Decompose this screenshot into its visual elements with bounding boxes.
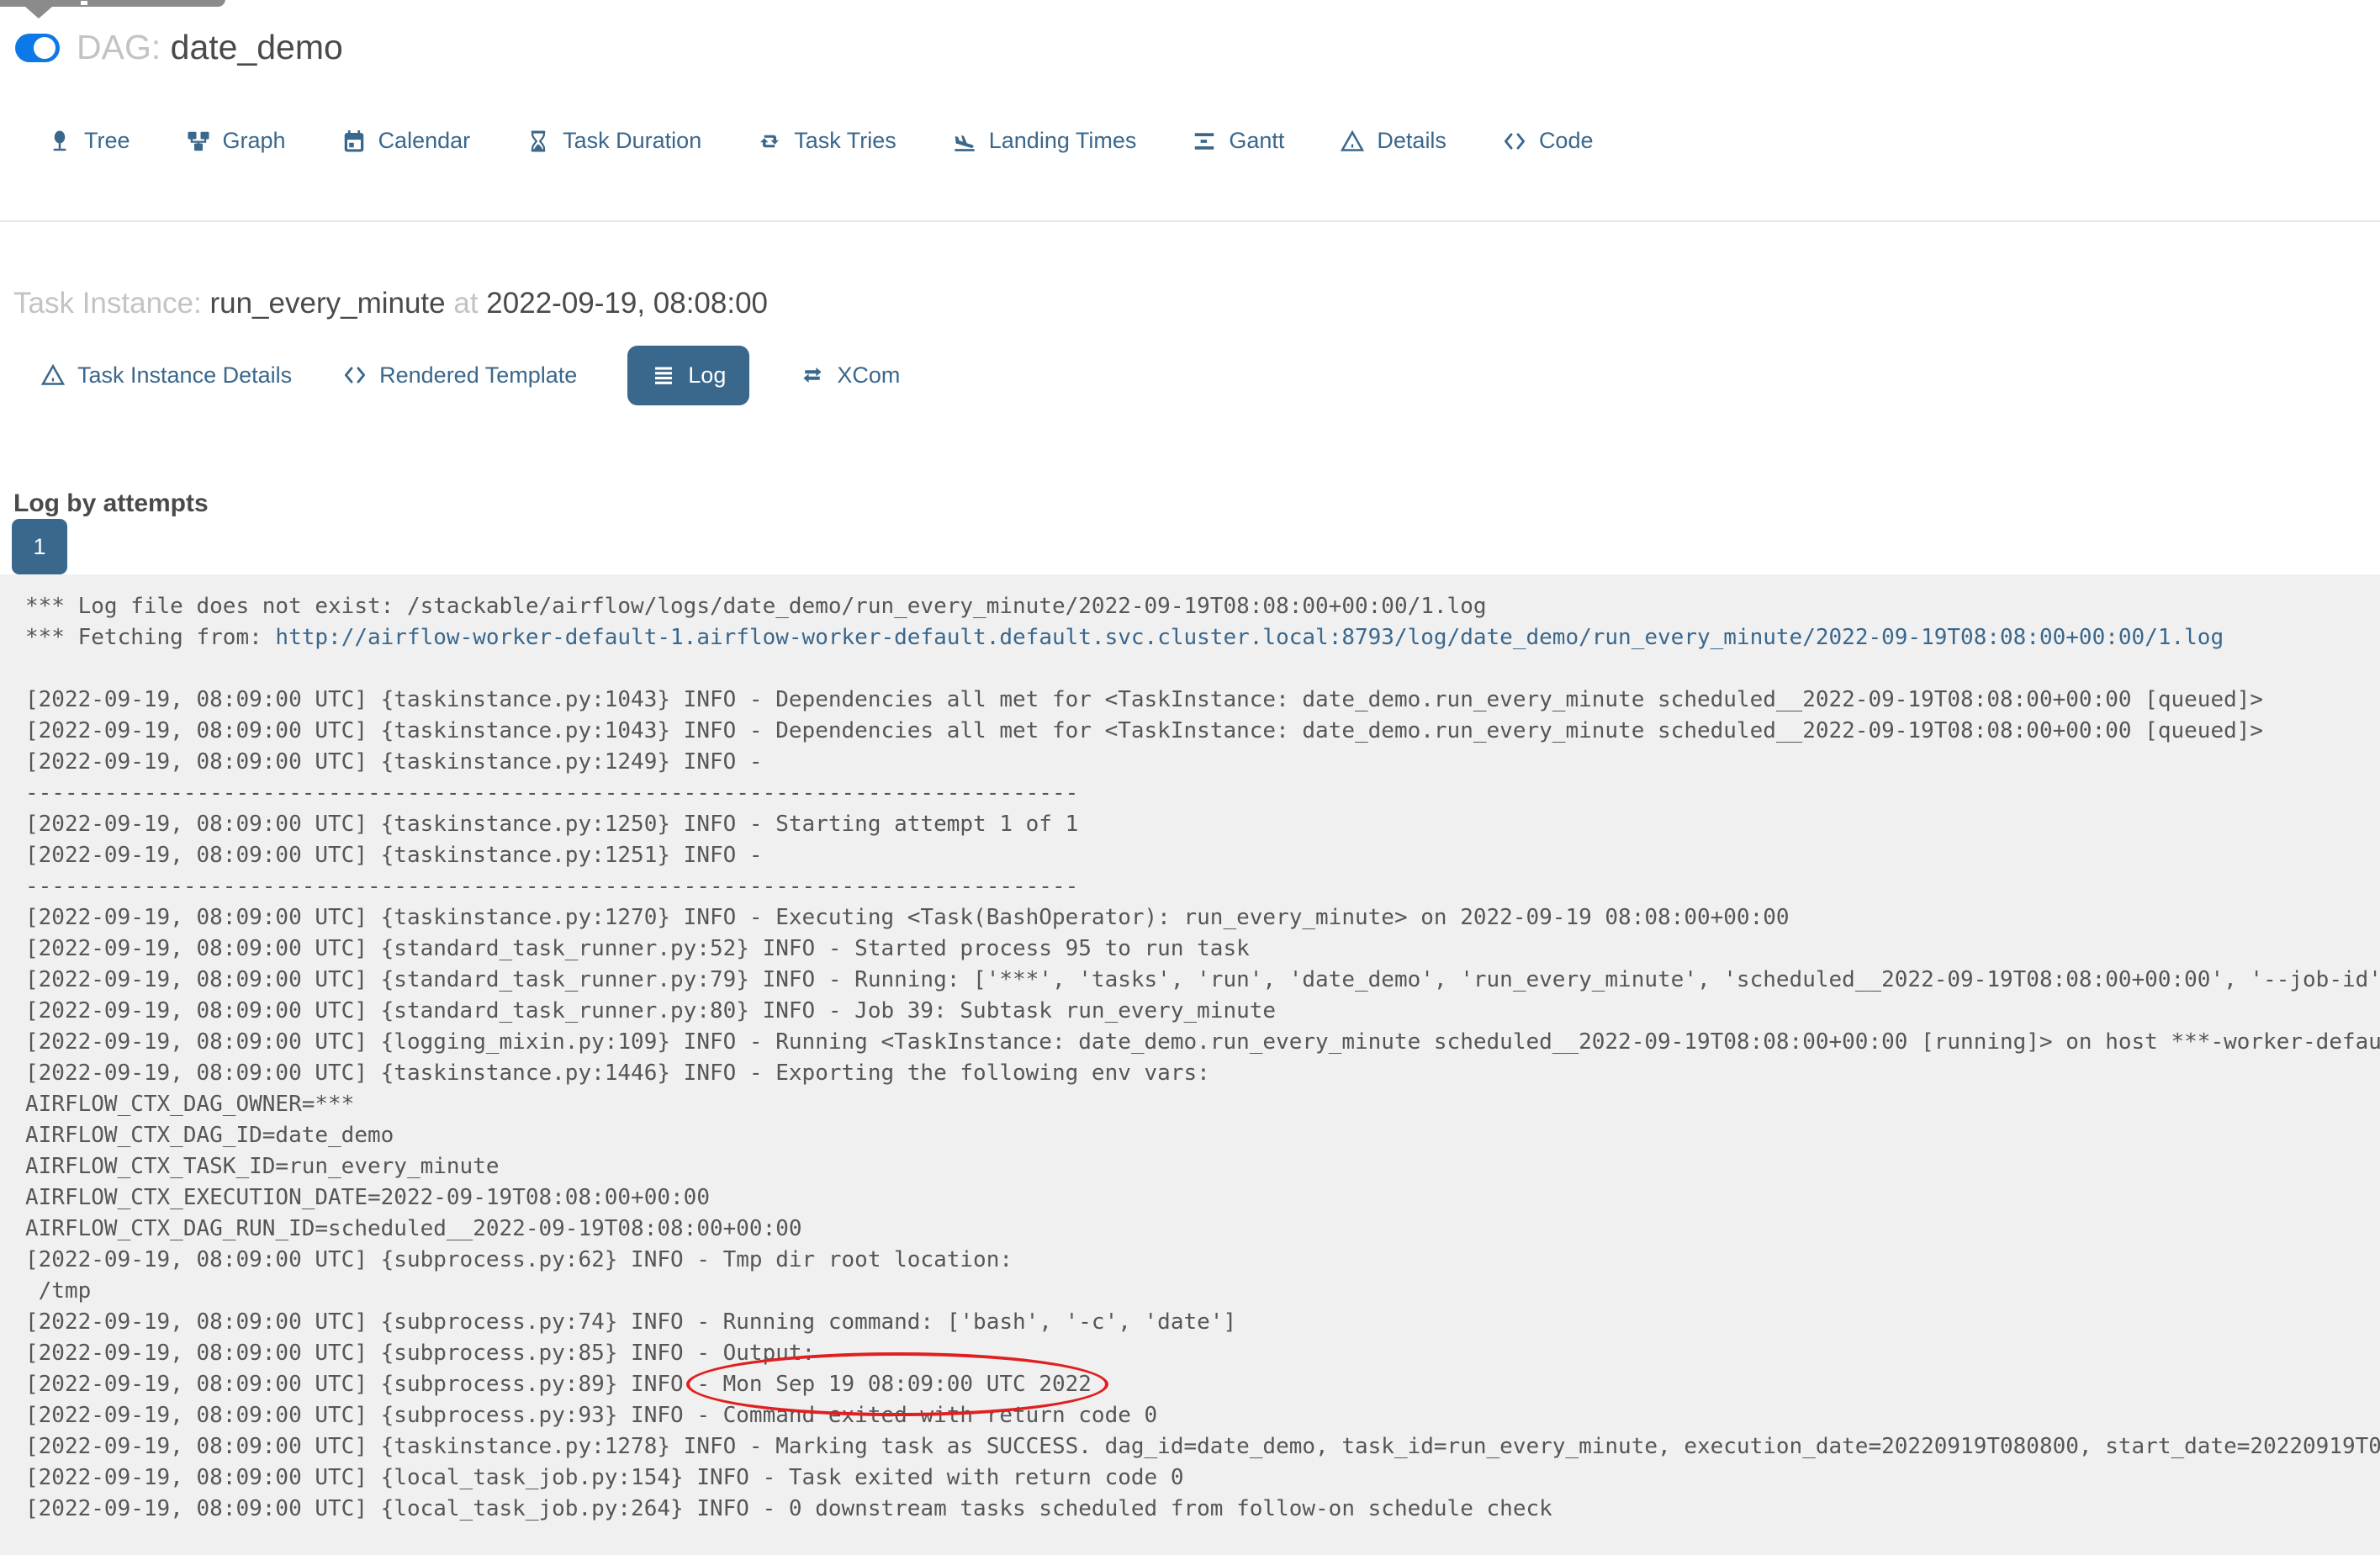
log-line: AIRFLOW_CTX_EXECUTION_DATE=2022-09-19T08… <box>25 1185 710 1210</box>
log-by-attempts-heading: Log by attempts <box>13 489 209 517</box>
log-line: AIRFLOW_CTX_DAG_OWNER=*** <box>25 1092 355 1117</box>
code-icon <box>342 362 368 388</box>
gantt-icon <box>1192 129 1217 154</box>
log-line: [2022-09-19, 08:09:00 UTC] {local_task_j… <box>25 1465 1184 1490</box>
log-line: /tmp <box>25 1278 92 1304</box>
exchange-icon <box>800 362 825 388</box>
log-line: [2022-09-19, 08:09:00 UTC] {standard_tas… <box>25 967 2380 992</box>
nav-tab-gantt[interactable]: Gantt <box>1192 128 1284 154</box>
nav-tab-code[interactable]: Code <box>1502 128 1594 154</box>
attempt-1-button[interactable]: 1 <box>12 519 67 574</box>
log-line: ----------------------------------------… <box>25 780 1079 806</box>
nav-tab-label: Tree <box>84 128 130 153</box>
nav-tab-landing-times[interactable]: Landing Times <box>952 128 1137 154</box>
tooltip-clipped-text <box>81 1 87 5</box>
graph-icon <box>186 129 211 154</box>
log-line: [2022-09-19, 08:09:00 UTC] {subprocess.p… <box>25 1309 1237 1335</box>
log-line: [2022-09-19, 08:09:00 UTC] {standard_tas… <box>25 936 1250 961</box>
log-line: ----------------------------------------… <box>25 874 1079 899</box>
log-line: [2022-09-19, 08:09:00 UTC] {taskinstance… <box>25 843 776 868</box>
log-line: AIRFLOW_CTX_DAG_ID=date_demo <box>25 1123 394 1148</box>
log-line: [2022-09-19, 08:09:00 UTC] {taskinstance… <box>25 812 1079 837</box>
dag-name: date_demo <box>170 28 343 66</box>
code-icon <box>1502 129 1527 154</box>
nav-tab-label: Task Duration <box>563 128 702 153</box>
nav-tab-label: Calendar <box>378 128 471 153</box>
log-line: *** Fetching from: http://airflow-worker… <box>25 622 2380 653</box>
log-line-prefix: *** Fetching from: <box>25 625 276 650</box>
task-instance-at-label: at <box>453 287 479 320</box>
log-line: [2022-09-19, 08:09:00 UTC] {taskinstance… <box>25 905 1790 930</box>
nav-tab-label: Gantt <box>1229 128 1285 153</box>
list-icon <box>651 362 676 388</box>
log-line: [2022-09-19, 08:09:00 UTC] {taskinstance… <box>25 687 2264 712</box>
sub-tab-label: XCom <box>837 362 901 388</box>
sub-tab-task-instance-details[interactable]: Task Instance Details <box>40 362 292 389</box>
warning-triangle-icon <box>40 362 66 388</box>
log-line: AIRFLOW_CTX_TASK_ID=run_every_minute <box>25 1154 500 1179</box>
page-title: DAG: date_demo <box>77 30 343 65</box>
task-instance-sub-tabs: Task Instance Details Rendered Template Lo… <box>40 340 900 410</box>
dag-pause-toggle[interactable] <box>15 33 60 62</box>
toggle-knob <box>34 36 56 59</box>
hourglass-icon <box>526 129 551 154</box>
sub-tab-label: Log <box>688 362 727 388</box>
nav-tab-label: Details <box>1377 128 1447 153</box>
task-instance-datetime: 2022-09-19, 08:08:00 <box>486 287 769 320</box>
task-instance-heading: Task Instance: run_every_minute at 2022-… <box>13 286 768 321</box>
log-fetch-link[interactable]: http://airflow-worker-default-1.airflow-… <box>275 625 2224 650</box>
log-line: [2022-09-19, 08:09:00 UTC] {taskinstance… <box>25 718 2264 743</box>
log-line: [2022-09-19, 08:09:00 UTC] {taskinstance… <box>25 749 776 775</box>
nav-tab-task-tries[interactable]: Task Tries <box>757 128 896 154</box>
sub-tab-label: Task Instance Details <box>77 362 293 388</box>
nav-tab-label: Task Tries <box>794 128 896 153</box>
log-line: *** Log file does not exist: /stackable/… <box>25 594 1487 619</box>
log-line: [2022-09-19, 08:09:00 UTC] {subprocess.p… <box>25 1247 1013 1272</box>
header-divider <box>0 220 2380 222</box>
log-output: *** Log file does not exist: /stackable/… <box>0 574 2380 1555</box>
sub-tab-xcom[interactable]: XCom <box>800 362 900 389</box>
log-line: [2022-09-19, 08:09:00 UTC] {subprocess.p… <box>25 1341 816 1366</box>
log-line: [2022-09-19, 08:09:00 UTC] {logging_mixi… <box>25 1029 2380 1055</box>
tree-icon <box>47 129 72 154</box>
log-line: [2022-09-19, 08:09:00 UTC] {standard_tas… <box>25 998 1277 1023</box>
log-line: [2022-09-19, 08:09:00 UTC] {subprocess.p… <box>25 1372 1092 1397</box>
log-line: [2022-09-19, 08:09:00 UTC] {local_task_j… <box>25 1496 1552 1521</box>
repeat-icon <box>757 129 782 154</box>
task-instance-name: run_every_minute <box>209 287 446 320</box>
dag-nav-tabs: Tree Graph Calendar Task Duration Task Tries… <box>47 128 1593 154</box>
nav-tab-label: Landing Times <box>988 128 1137 153</box>
nav-tab-details[interactable]: Details <box>1340 128 1447 154</box>
dag-label: DAG: <box>77 28 161 66</box>
plane-landing-icon <box>952 129 977 154</box>
tooltip-remnant <box>0 0 225 19</box>
nav-tab-calendar[interactable]: Calendar <box>341 128 471 154</box>
task-instance-label: Task Instance: <box>13 287 202 320</box>
sub-tab-label: Rendered Template <box>379 362 578 388</box>
log-line: AIRFLOW_CTX_DAG_RUN_ID=scheduled__2022-0… <box>25 1216 802 1241</box>
nav-tab-graph[interactable]: Graph <box>186 128 286 154</box>
sub-tab-rendered-template[interactable]: Rendered Template <box>342 362 577 389</box>
dag-header: DAG: date_demo <box>15 30 343 65</box>
log-line: [2022-09-19, 08:09:00 UTC] {taskinstance… <box>25 1434 2380 1459</box>
log-line: [2022-09-19, 08:09:00 UTC] {subprocess.p… <box>25 1403 1158 1428</box>
nav-tab-label: Graph <box>222 128 286 153</box>
nav-tab-task-duration[interactable]: Task Duration <box>526 128 701 154</box>
warning-triangle-icon <box>1340 129 1365 154</box>
calendar-icon <box>341 129 367 154</box>
log-line: [2022-09-19, 08:09:00 UTC] {taskinstance… <box>25 1060 1210 1086</box>
log-area: *** Log file does not exist: /stackable/… <box>0 574 2380 1555</box>
nav-tab-label: Code <box>1538 128 1594 153</box>
sub-tab-log[interactable]: Log <box>627 345 750 405</box>
nav-tab-tree[interactable]: Tree <box>47 128 130 154</box>
